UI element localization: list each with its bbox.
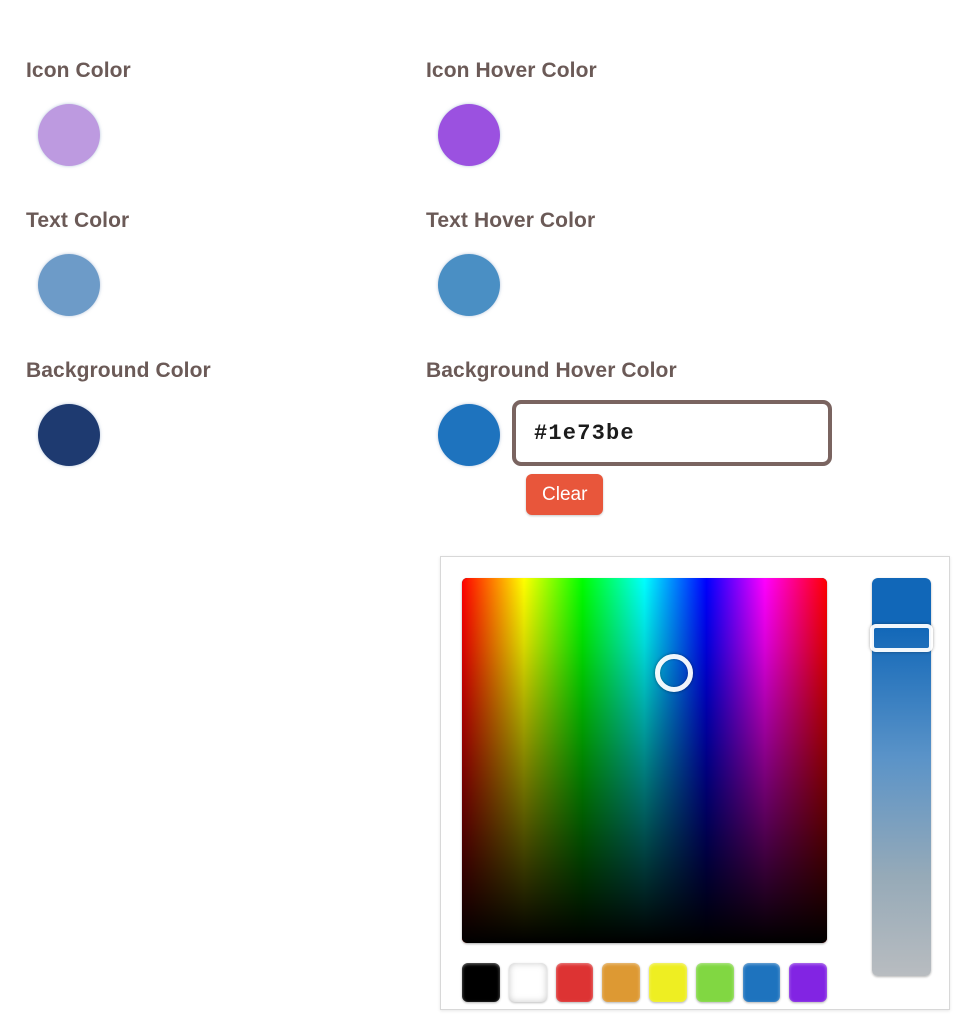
preset-swatch-black[interactable] (462, 963, 500, 1002)
background-color-swatch[interactable] (38, 404, 100, 466)
preset-swatch-orange[interactable] (602, 963, 640, 1002)
field-icon-color: Icon Color (26, 58, 466, 196)
field-row: Background Color Background Hover Color … (0, 358, 958, 515)
field-icon-hover-color: Icon Hover Color (426, 58, 866, 196)
field-body (426, 254, 866, 346)
field-background-hover-color: Background Hover Color Clear (426, 358, 866, 515)
icon-hover-color-swatch[interactable] (438, 104, 500, 166)
field-body (426, 104, 866, 196)
field-body (26, 254, 466, 346)
preset-swatch-red[interactable] (555, 963, 594, 1002)
saturation-value-area[interactable] (462, 578, 827, 943)
text-color-swatch[interactable] (38, 254, 100, 316)
color-picker-panel (440, 556, 950, 1010)
field-body (26, 104, 466, 196)
field-label: Text Hover Color (426, 209, 596, 232)
preset-swatch-yellow[interactable] (649, 963, 687, 1002)
field-text-hover-color: Text Hover Color (426, 208, 866, 346)
hue-slider[interactable] (870, 578, 933, 976)
hue-slider-handle[interactable] (870, 623, 933, 652)
field-body (26, 404, 466, 496)
field-text-color: Text Color (26, 208, 466, 346)
icon-color-swatch[interactable] (38, 104, 100, 166)
field-row: Text Color Text Hover Color (0, 208, 958, 358)
preset-swatch-white[interactable] (508, 963, 547, 1002)
value-gradient-layer (462, 578, 827, 943)
field-label: Icon Color (26, 59, 131, 82)
clear-button[interactable]: Clear (526, 474, 604, 515)
hex-color-input[interactable] (512, 400, 832, 466)
field-label: Icon Hover Color (426, 59, 597, 82)
preset-swatch-blue[interactable] (742, 963, 781, 1002)
preset-swatch-row (462, 963, 827, 1002)
preset-swatch-green[interactable] (695, 963, 734, 1002)
field-label: Background Hover Color (426, 359, 677, 382)
preset-swatch-purple[interactable] (789, 963, 827, 1002)
color-picker-inner (462, 578, 933, 1002)
field-background-color: Background Color (26, 358, 466, 496)
background-hover-color-swatch[interactable] (438, 404, 500, 466)
field-row: Icon Color Icon Hover Color (0, 58, 958, 208)
field-body: Clear (426, 400, 866, 515)
field-label: Text Color (26, 209, 130, 232)
text-hover-color-swatch[interactable] (438, 254, 500, 316)
saturation-value-cursor[interactable] (654, 653, 693, 692)
field-label: Background Color (26, 359, 211, 382)
